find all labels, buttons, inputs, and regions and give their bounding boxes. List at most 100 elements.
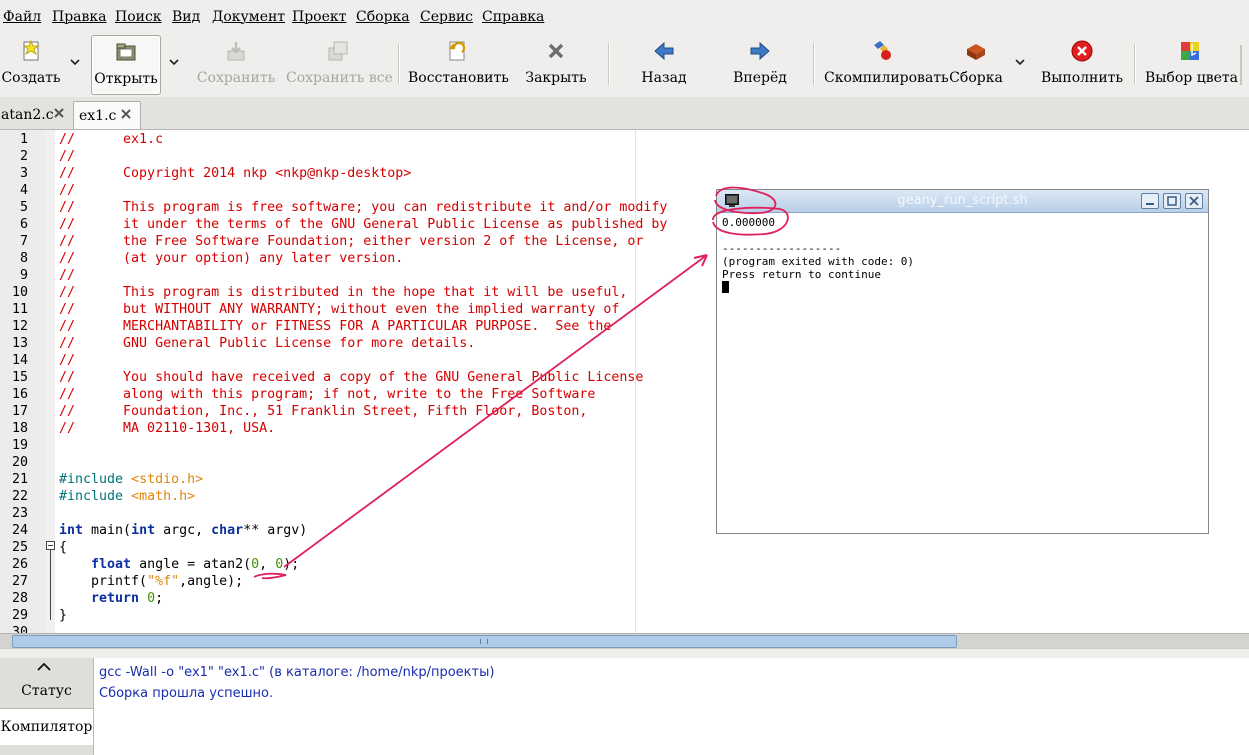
- code-line: // along with this program; if not, writ…: [59, 386, 595, 403]
- line-number: 19: [11, 438, 28, 453]
- save-all-button[interactable]: Сохранить все: [286, 35, 393, 93]
- compile-button[interactable]: Скомпилировать: [824, 35, 949, 93]
- code-line: {: [59, 539, 67, 556]
- code-token: // (at your option) any later version.: [59, 251, 404, 266]
- execute-stop-icon: [1071, 40, 1093, 62]
- menu-tools[interactable]: Сервис: [420, 9, 473, 25]
- create-dropdown-chevron-icon[interactable]: [68, 55, 82, 69]
- code-token: // the Free Software Foundation; either …: [59, 234, 644, 249]
- code-token: //: [59, 183, 76, 198]
- line-number: 27: [11, 574, 28, 589]
- line-number: 1: [19, 132, 28, 147]
- window-close-icon: [1189, 196, 1199, 206]
- close-tab-icon[interactable]: [52, 106, 66, 120]
- code-token: //: [59, 149, 76, 164]
- close-button[interactable]: Закрыть: [522, 35, 590, 93]
- toolbar-separator: [608, 43, 610, 85]
- line-number: 22: [11, 489, 28, 504]
- window-close-button[interactable]: [1185, 193, 1203, 209]
- terminal-cursor: [722, 281, 729, 293]
- line-number: 8: [19, 251, 28, 266]
- menu-view[interactable]: Вид: [172, 9, 200, 25]
- create-button[interactable]: Создать: [0, 35, 62, 93]
- build-dropdown-chevron-icon[interactable]: [1013, 55, 1027, 69]
- tab-compiler[interactable]: Компилятор: [0, 709, 93, 745]
- compiler-command-message: gcc -Wall -o "ex1" "ex1.c" (в каталоге: …: [99, 665, 495, 680]
- code-token: int: [131, 523, 156, 538]
- line-number: 6: [19, 217, 28, 232]
- code-line: //: [59, 182, 75, 199]
- code-token: );: [283, 557, 300, 572]
- maximize-button[interactable]: [1163, 193, 1181, 209]
- code-token: //: [59, 268, 76, 283]
- code-line: // but WITHOUT ANY WARRANTY; without eve…: [59, 301, 619, 318]
- menu-help[interactable]: Справка: [482, 9, 544, 25]
- maximize-icon: [1167, 196, 1177, 206]
- code-token: // GNU General Public License for more d…: [59, 336, 476, 351]
- line-number: 20: [11, 455, 28, 470]
- build-success-message: Сборка прошла успешно.: [99, 686, 274, 701]
- revert-icon: [448, 41, 466, 61]
- open-button[interactable]: Открыть: [91, 35, 161, 95]
- fold-line: [50, 550, 51, 620]
- code-token: printf(: [59, 574, 148, 589]
- tab-atan2[interactable]: atan2.c: [0, 101, 70, 128]
- close-x-icon: [548, 43, 564, 59]
- code-token: "%f": [147, 574, 180, 589]
- back-button[interactable]: Назад: [632, 35, 696, 93]
- code-line: // Foundation, Inc., 51 Franklin Street,…: [59, 403, 587, 420]
- menu-edit[interactable]: Правка: [52, 9, 107, 25]
- code-line: // GNU General Public License for more d…: [59, 335, 475, 352]
- terminal-titlebar[interactable]: geany_run_script.sh: [717, 190, 1208, 213]
- minimize-button[interactable]: [1141, 193, 1159, 209]
- save-button[interactable]: Сохранить: [196, 35, 276, 93]
- toolbar-separator: [813, 43, 815, 85]
- code-token: // This program is free software; you ca…: [59, 200, 668, 215]
- code-token: #include: [59, 489, 132, 504]
- close-tab-icon[interactable]: [119, 107, 133, 121]
- menu-file[interactable]: Файл: [3, 9, 41, 25]
- build-button[interactable]: Сборка: [946, 35, 1006, 93]
- forward-button[interactable]: Вперёд: [724, 35, 796, 93]
- build-brick-icon: [967, 44, 985, 60]
- menu-build[interactable]: Сборка: [356, 9, 410, 25]
- menu-bar: Файл Правка Поиск Вид Документ Проект Сб…: [0, 0, 1249, 36]
- code-token: <math.h>: [131, 489, 196, 504]
- code-line: return 0;: [59, 590, 163, 607]
- arrow-right-icon: [750, 41, 770, 61]
- revert-button[interactable]: Восстановить: [408, 35, 509, 93]
- code-token: ** argv): [243, 523, 308, 538]
- line-number: 2: [19, 149, 28, 164]
- code-line: // MA 02110-1301, USA.: [59, 420, 275, 437]
- code-token: int: [59, 523, 84, 538]
- fold-toggle-icon[interactable]: [46, 541, 55, 550]
- execute-button[interactable]: Выполнить: [1040, 35, 1124, 93]
- open-dropdown-chevron-icon[interactable]: [167, 55, 181, 69]
- code-line: // (at your option) any later version.: [59, 250, 403, 267]
- color-chooser-button[interactable]: Выбор цвета: [1145, 35, 1238, 93]
- tab-ex1[interactable]: ex1.c: [73, 101, 141, 129]
- code-line: // This program is free software; you ca…: [59, 199, 667, 216]
- fold-margin: [45, 130, 55, 633]
- code-token: return: [91, 591, 140, 606]
- line-number: 28: [11, 591, 28, 606]
- scrollbar-thumb[interactable]: [12, 635, 957, 648]
- line-number: 30: [11, 625, 28, 633]
- line-number: 3: [19, 166, 28, 181]
- code-line: // ex1.c: [59, 131, 163, 148]
- code-line: float angle = atan2(0, 0);: [59, 556, 299, 573]
- tab-status[interactable]: Статус: [0, 676, 93, 709]
- code-line: //: [59, 148, 75, 165]
- code-token: ;: [155, 591, 164, 606]
- chevron-up-icon[interactable]: [36, 661, 52, 673]
- document-tab-bar: atan2.c ex1.c: [0, 97, 1249, 130]
- menu-search[interactable]: Поиск: [115, 9, 162, 25]
- menu-project[interactable]: Проект: [292, 9, 346, 25]
- line-number: 12: [11, 319, 28, 334]
- message-panel-tabs: Статус Компилятор: [0, 658, 94, 755]
- code-token: #include: [59, 472, 132, 487]
- arrow-left-icon: [654, 41, 674, 61]
- horizontal-scrollbar[interactable]: [0, 633, 1249, 648]
- menu-document[interactable]: Документ: [212, 9, 285, 25]
- code-token: ,: [259, 557, 276, 572]
